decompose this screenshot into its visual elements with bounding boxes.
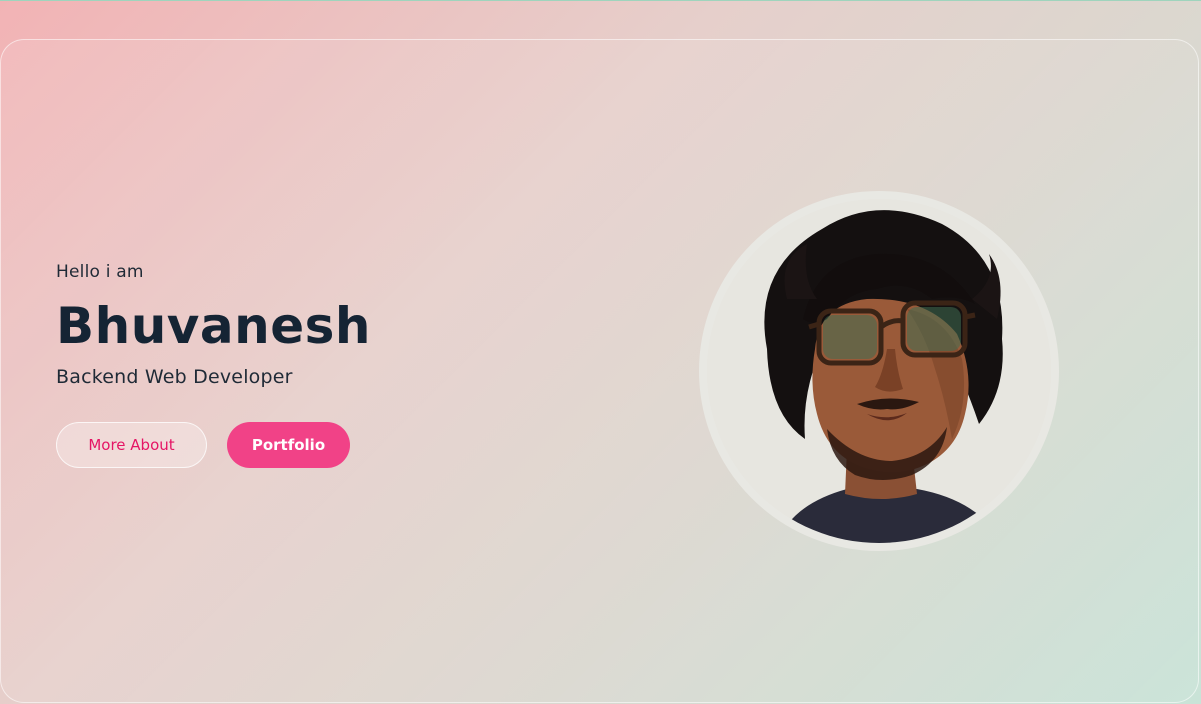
top-accent-line: [0, 0, 1201, 1]
profile-avatar: [699, 191, 1059, 551]
hero-role: Backend Web Developer: [56, 366, 293, 388]
greeting-text: Hello i am: [56, 262, 144, 282]
portfolio-button[interactable]: Portfolio: [227, 422, 350, 468]
hero-name: Bhuvanesh: [56, 297, 371, 355]
avatar-illustration: [707, 199, 1051, 543]
more-about-button[interactable]: More About: [56, 422, 207, 468]
